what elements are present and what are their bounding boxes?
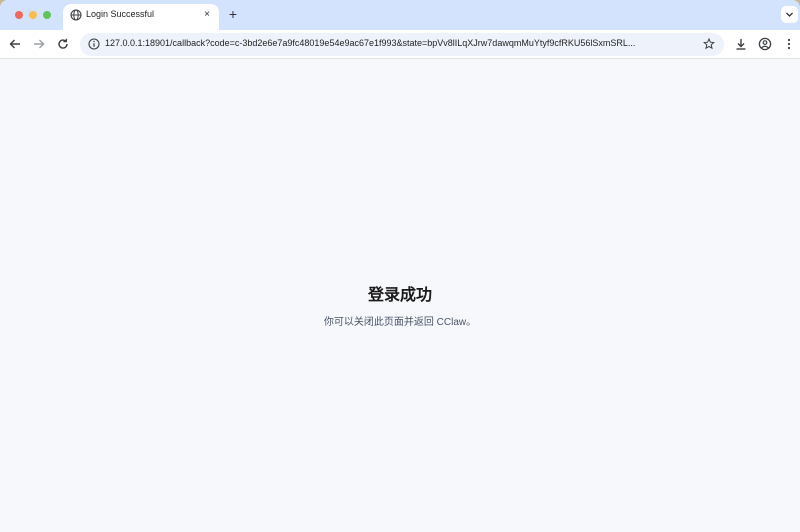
browser-tab[interactable]: Login Successful × <box>63 4 219 30</box>
profile-icon[interactable] <box>758 37 772 51</box>
close-window-button[interactable] <box>15 11 23 19</box>
download-icon[interactable] <box>734 37 748 51</box>
browser-window: Login Successful × + 127.0.0.1:18901/cal… <box>0 0 800 532</box>
browser-toolbar: 127.0.0.1:18901/callback?code=c-3bd2e6e7… <box>0 30 800 59</box>
address-bar[interactable]: 127.0.0.1:18901/callback?code=c-3bd2e6e7… <box>80 33 724 56</box>
back-arrow-icon[interactable] <box>8 37 22 51</box>
page-title: 登录成功 <box>367 287 432 304</box>
tab-search-button[interactable] <box>781 6 798 23</box>
new-tab-button[interactable]: + <box>226 6 240 22</box>
tab-title: Login Successful <box>86 9 155 19</box>
zoom-window-button[interactable] <box>43 11 51 19</box>
tab-search-icon <box>786 12 793 17</box>
info-icon[interactable] <box>88 38 100 50</box>
reload-icon[interactable] <box>56 37 70 51</box>
star-icon[interactable] <box>703 38 715 50</box>
forward-arrow-icon[interactable] <box>32 37 46 51</box>
url-text[interactable]: 127.0.0.1:18901/callback?code=c-3bd2e6e7… <box>105 38 691 48</box>
tab-bar: Login Successful × + <box>0 0 800 30</box>
menu-icon[interactable] <box>782 37 796 51</box>
tab-close-button[interactable]: × <box>201 8 213 22</box>
page-message: 你可以关闭此页面并返回 CClaw。 <box>323 317 477 328</box>
globe-icon <box>70 9 82 21</box>
minimize-window-button[interactable] <box>29 11 37 19</box>
page-content: 登录成功 你可以关闭此页面并返回 CClaw。 <box>0 60 800 532</box>
